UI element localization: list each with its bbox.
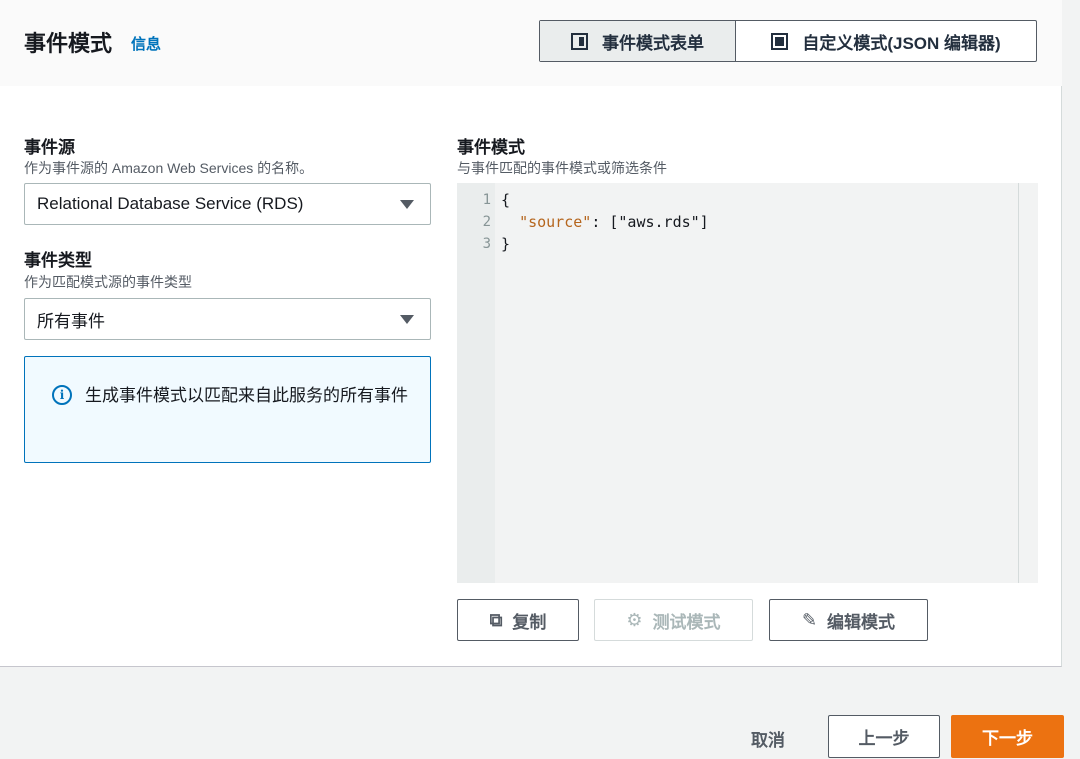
info-alert: i 生成事件模式以匹配来自此服务的所有事件 xyxy=(24,356,431,463)
copy-icon: ⧉ xyxy=(489,610,503,630)
edit-icon: ✎ xyxy=(801,610,818,630)
cancel-button[interactable]: 取消 xyxy=(751,726,785,751)
test-pattern-button[interactable]: ⚙ 测试模式 xyxy=(594,599,753,641)
info-link[interactable]: 信息 xyxy=(131,33,161,54)
event-type-description: 作为匹配模式源的事件类型 xyxy=(24,274,192,290)
edit-pattern-button[interactable]: ✎ 编辑模式 xyxy=(769,599,928,641)
panel-header: 事件模式 信息 事件模式表单 自定义模式(JSON 编辑器) xyxy=(0,0,1062,86)
json-key: "source" xyxy=(519,213,592,231)
full-panel-icon xyxy=(771,32,789,50)
event-source-select[interactable]: Relational Database Service (RDS) xyxy=(24,183,431,225)
edit-pattern-label: 编辑模式 xyxy=(827,612,896,632)
caret-down-icon xyxy=(400,315,414,324)
event-type-label: 事件类型 xyxy=(24,251,92,270)
caret-down-icon xyxy=(400,200,414,209)
info-icon: i xyxy=(52,385,72,405)
event-source-description: 作为事件源的 Amazon Web Services 的名称。 xyxy=(24,160,314,176)
tab-custom-pattern-json[interactable]: 自定义模式(JSON 编辑器) xyxy=(736,21,1036,61)
test-pattern-label: 测试模式 xyxy=(652,612,721,632)
line-number: 3 xyxy=(482,236,491,252)
tab-event-pattern-form[interactable]: 事件模式表单 xyxy=(540,21,736,61)
panel-title: 事件模式 xyxy=(24,31,113,56)
gear-icon: ⚙ xyxy=(626,610,643,630)
event-source-label: 事件源 xyxy=(24,138,75,157)
copy-button[interactable]: ⧉ 复制 xyxy=(457,599,579,641)
code-text: } xyxy=(501,235,511,253)
tab-label: 事件模式表单 xyxy=(602,33,704,53)
editor-scrollbar[interactable] xyxy=(1018,183,1038,583)
code-line: 2 "source": ["aws.rds"] xyxy=(457,211,977,233)
code-line: 3 } xyxy=(457,233,977,255)
event-type-value: 所有事件 xyxy=(37,311,105,331)
line-number: 1 xyxy=(482,192,491,208)
code-text: { xyxy=(501,191,511,209)
event-source-value: Relational Database Service (RDS) xyxy=(37,194,304,213)
json-value: : ["aws.rds"] xyxy=(591,213,709,231)
alert-text: 生成事件模式以匹配来自此服务的所有事件 xyxy=(85,386,408,405)
next-button[interactable]: 下一步 xyxy=(951,715,1064,758)
previous-button[interactable]: 上一步 xyxy=(828,715,940,758)
copy-label: 复制 xyxy=(512,612,547,632)
code-editor[interactable]: 1 { 2 "source": ["aws.rds"] 3 } xyxy=(457,183,1038,583)
tab-label: 自定义模式(JSON 编辑器) xyxy=(802,33,1001,53)
code-text: "source": ["aws.rds"] xyxy=(501,213,709,231)
event-type-select[interactable]: 所有事件 xyxy=(24,298,431,340)
event-pattern-label: 事件模式 xyxy=(457,138,525,157)
code-line: 1 { xyxy=(457,189,977,211)
event-pattern-panel: 事件模式 信息 事件模式表单 自定义模式(JSON 编辑器) 事件源 作为事件源… xyxy=(0,0,1062,667)
half-panel-icon xyxy=(571,32,588,50)
line-number: 2 xyxy=(482,214,491,230)
event-pattern-description: 与事件匹配的事件模式或筛选条件 xyxy=(457,160,667,176)
mode-segmented-control: 事件模式表单 自定义模式(JSON 编辑器) xyxy=(539,20,1037,62)
